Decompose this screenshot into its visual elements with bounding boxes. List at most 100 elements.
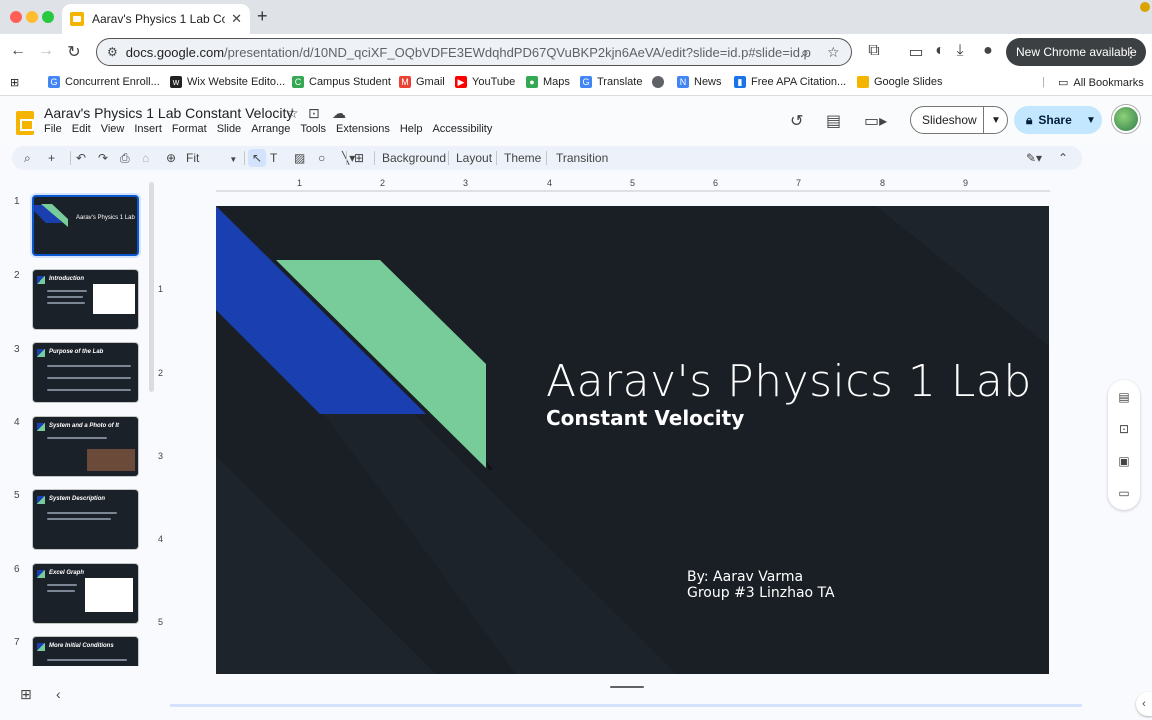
slide-byline[interactable]: By: Aarav Varma Group #3 Linzhao TA (687, 569, 835, 601)
window-close-button[interactable] (10, 11, 22, 23)
bookmark-concurrent[interactable]: G Concurrent Enroll... (48, 76, 160, 88)
drive-folder-icon[interactable]: ▭ (1116, 486, 1132, 502)
contacts-icon[interactable]: ▣ (1116, 454, 1132, 470)
bookmark-google-slides[interactable]: Google Slides (857, 76, 943, 88)
forward-button[interactable]: → (36, 42, 56, 60)
bookmark-wix[interactable]: w Wix Website Edito... (170, 76, 285, 88)
bookmark-gmail[interactable]: M Gmail (399, 76, 445, 88)
bookmark-translate[interactable]: G Translate (580, 76, 642, 88)
menu-view[interactable]: View (101, 123, 125, 135)
shape-icon[interactable]: ○ (318, 151, 325, 165)
speaker-notes-handle[interactable] (610, 686, 644, 688)
document-title[interactable]: Aarav's Physics 1 Lab Constant Velocity (44, 105, 293, 121)
menu-accessibility[interactable]: Accessibility (432, 123, 492, 135)
search-menus-icon[interactable]: ⌕ (24, 151, 31, 166)
transition-button[interactable]: Transition (556, 151, 608, 165)
collapse-toolbar-icon[interactable]: ⌃ (1058, 151, 1068, 165)
move-folder-icon[interactable]: ⊡ (308, 105, 320, 122)
bookmark-youtube[interactable]: ▶ YouTube (455, 76, 515, 88)
google-slides-logo-icon[interactable] (16, 111, 34, 135)
theme-button[interactable]: Theme (504, 151, 541, 165)
bookmark-star-icon[interactable]: ☆ (827, 44, 840, 61)
tab-close-icon[interactable]: ✕ (231, 11, 242, 27)
star-icon[interactable]: ☆ (286, 105, 299, 122)
comment-add-icon[interactable]: ⊞ (354, 151, 364, 165)
menu-extensions[interactable]: Extensions (336, 123, 390, 135)
background-button[interactable]: Background (382, 151, 446, 165)
thumbnail-accent (37, 570, 45, 578)
apps-grid-icon[interactable]: ⊞ (10, 76, 19, 89)
slide-thumbnail-4[interactable]: System and a Photo of It (32, 416, 139, 477)
bookmark-globe[interactable] (652, 76, 669, 88)
back-button[interactable]: ← (8, 42, 28, 60)
new-chrome-available-button[interactable]: New Chrome available ⋮ (1006, 38, 1146, 66)
menu-file[interactable]: File (44, 123, 62, 135)
zoom-select[interactable]: Fit ▼ (186, 151, 237, 165)
image-icon[interactable]: ▨ (294, 151, 305, 165)
bookmark-apa[interactable]: ▮ Free APA Citation... (734, 76, 846, 88)
editing-mode-icon[interactable]: ✎▾ (1026, 151, 1042, 165)
version-history-icon[interactable]: ↺ (790, 111, 803, 131)
site-info-icon[interactable]: ⚙ (107, 45, 118, 59)
tab-search-icon[interactable]: ▭ (906, 42, 926, 62)
download-icon[interactable]: ⤓ (950, 42, 970, 60)
select-tool-icon[interactable]: ↖ (248, 149, 267, 167)
keep-notes-icon[interactable]: ▤ (1116, 390, 1132, 406)
slide-thumbnail-6[interactable]: Excel Graph (32, 563, 139, 624)
search-icon[interactable]: ⌕ (801, 44, 809, 61)
slide-subtitle[interactable]: Constant Velocity (546, 406, 744, 430)
extensions-icon[interactable]: ⧉ (864, 42, 884, 60)
bookmark-news[interactable]: N News (677, 76, 722, 88)
grid-view-icon[interactable]: ⊞ (20, 686, 32, 703)
menu-tools[interactable]: Tools (300, 123, 326, 135)
slide-number: 6 (14, 564, 20, 575)
slideshow-dropdown-icon[interactable]: ▼ (991, 115, 1001, 126)
ruler-tick-label: 2 (380, 178, 386, 188)
new-slide-icon[interactable]: + (48, 151, 55, 165)
profile-avatar-icon[interactable]: ● (978, 42, 998, 60)
menu-slide[interactable]: Slide (217, 123, 241, 135)
window-zoom-button[interactable] (42, 11, 54, 23)
slide-thumbnail-2[interactable]: Introduction (32, 269, 139, 330)
slide-title[interactable]: Aarav's Physics 1 Lab (546, 356, 1032, 407)
menu-format[interactable]: Format (172, 123, 207, 135)
menu-insert[interactable]: Insert (134, 123, 162, 135)
expand-side-panel-icon[interactable]: ‹ (1136, 692, 1152, 716)
address-bar[interactable]: ⚙ docs.google.com/presentation/d/10ND_qc… (96, 38, 852, 66)
slide-thumbnail-1[interactable]: Aarav's Physics 1 Lab (32, 195, 139, 256)
profile-switch-icon[interactable]: ◐ (930, 42, 950, 60)
slide-canvas[interactable]: Aarav's Physics 1 Lab Constant Velocity … (216, 206, 1049, 674)
meet-camera-icon[interactable]: ▭▸ (864, 111, 887, 131)
slide-thumbnail-5[interactable]: System Description (32, 489, 139, 550)
redo-icon[interactable]: ↷ (98, 151, 108, 165)
account-avatar[interactable] (1112, 105, 1140, 133)
cloud-status-icon[interactable]: ☁ (332, 105, 346, 122)
menu-arrange[interactable]: Arrange (251, 123, 290, 135)
zoom-icon[interactable]: ⊕ (166, 151, 176, 165)
layout-button[interactable]: Layout (456, 151, 492, 165)
tasks-icon[interactable]: ⊡ (1116, 422, 1132, 438)
share-button[interactable]: 🔒︎ Share ▼ (1014, 106, 1102, 134)
bookmark-campus[interactable]: C Campus Student (292, 76, 391, 88)
undo-icon[interactable]: ↶ (76, 151, 86, 165)
reload-button[interactable]: ↻ (64, 42, 84, 62)
text-box-icon[interactable]: T (270, 151, 277, 165)
browser-tab[interactable]: Aarav's Physics 1 Lab Consta ✕ (62, 4, 250, 34)
horizontal-scrollbar[interactable] (170, 704, 1082, 707)
menu-edit[interactable]: Edit (72, 123, 91, 135)
slide-thumbnail-7[interactable]: More Initial Conditions (32, 636, 139, 666)
window-minimize-button[interactable] (26, 11, 38, 23)
paint-format-icon[interactable]: ⌂ (142, 151, 149, 165)
all-bookmarks-button[interactable]: ▭ All Bookmarks (1058, 76, 1144, 90)
slide-thumbnail-3[interactable]: Purpose of the Lab (32, 342, 139, 403)
more-menu-icon[interactable]: ⋮ (1124, 44, 1138, 61)
bookmark-maps[interactable]: ● Maps (526, 76, 570, 88)
menu-help[interactable]: Help (400, 123, 423, 135)
share-dropdown-icon[interactable]: ▼ (1086, 115, 1096, 126)
thumbnail-image (93, 284, 135, 314)
print-icon[interactable]: ⎙ (120, 151, 130, 166)
slideshow-button[interactable]: Slideshow ▼ (910, 106, 1008, 134)
new-tab-button[interactable]: + (257, 6, 268, 27)
collapse-filmstrip-icon[interactable]: ‹ (56, 686, 61, 702)
comments-icon[interactable]: ▤ (826, 111, 841, 131)
